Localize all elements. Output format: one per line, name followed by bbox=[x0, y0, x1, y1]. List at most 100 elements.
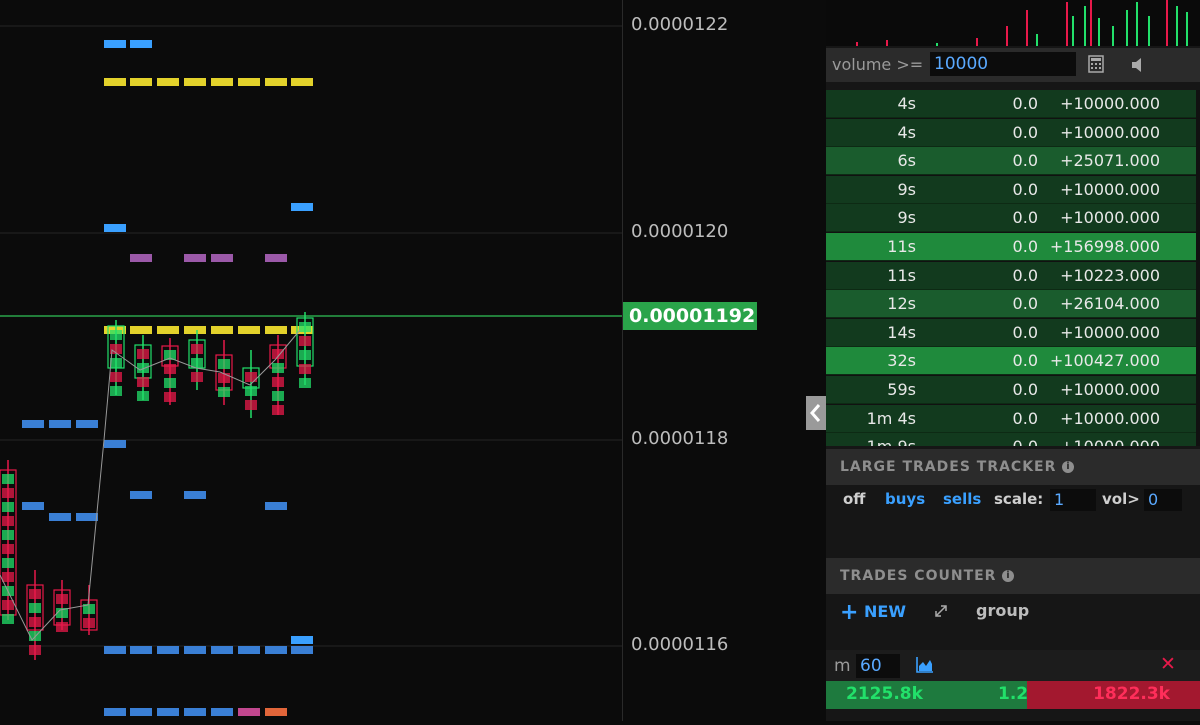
trade-time: 12s bbox=[887, 294, 916, 314]
trade-time: 9s bbox=[897, 179, 916, 199]
volume-cluster bbox=[218, 359, 230, 369]
volume-bar bbox=[1148, 16, 1150, 46]
volume-cluster bbox=[299, 378, 311, 388]
volume-bar bbox=[1084, 6, 1086, 46]
expand-icon[interactable] bbox=[934, 603, 948, 622]
large-trades-off-option[interactable]: off bbox=[843, 490, 865, 508]
order-level bbox=[211, 646, 233, 654]
order-level bbox=[104, 646, 126, 654]
volume-cluster bbox=[245, 386, 257, 396]
price-chart[interactable] bbox=[0, 0, 622, 721]
volume-bar bbox=[1166, 0, 1168, 46]
trade-quantity: +10000.000 bbox=[1060, 380, 1160, 399]
trade-price: 0.0 bbox=[1013, 437, 1038, 446]
volume-cluster bbox=[2, 488, 14, 498]
trade-time: 59s bbox=[887, 380, 916, 399]
trade-quantity: +10223.000 bbox=[1060, 265, 1160, 285]
order-level bbox=[211, 708, 233, 716]
vol-threshold-input[interactable]: 0 bbox=[1144, 489, 1182, 511]
price-axis[interactable]: 0.0000122 0.0000120 0.00001192 0.0000118… bbox=[622, 0, 805, 721]
trade-row: 32s 0.0 +100427.000 bbox=[826, 347, 1196, 376]
trade-price: 0.0 bbox=[1012, 208, 1038, 228]
calculator-icon[interactable] bbox=[1088, 55, 1104, 77]
order-level bbox=[104, 708, 126, 716]
trade-row: 59s 0.0 +10000.000 bbox=[826, 376, 1196, 404]
order-level bbox=[76, 513, 98, 521]
price-tick-label: 0.0000118 bbox=[631, 428, 729, 449]
scale-input[interactable]: 1 bbox=[1050, 489, 1096, 511]
order-level bbox=[130, 646, 152, 654]
order-level bbox=[238, 708, 260, 716]
volume-cluster bbox=[83, 618, 95, 628]
volume-cluster bbox=[2, 530, 14, 540]
volume-cluster bbox=[110, 330, 122, 340]
volume-cluster bbox=[29, 589, 41, 599]
volume-cluster bbox=[137, 377, 149, 387]
candlestick-chart[interactable] bbox=[0, 0, 622, 721]
volume-cluster bbox=[110, 386, 122, 396]
close-icon[interactable]: ✕ bbox=[1160, 653, 1176, 675]
trade-price: 0.0 bbox=[1012, 237, 1038, 256]
new-counter-button[interactable]: + NEW bbox=[840, 600, 906, 625]
order-level bbox=[130, 708, 152, 716]
trade-price: 0.0 bbox=[1012, 179, 1038, 199]
group-button[interactable]: group bbox=[976, 601, 1029, 620]
info-icon[interactable]: i bbox=[1062, 461, 1075, 473]
volume-bar bbox=[886, 40, 888, 46]
volume-cluster bbox=[218, 373, 230, 383]
volume-bar bbox=[1112, 26, 1114, 46]
period-input[interactable]: 60 bbox=[856, 654, 900, 678]
volume-filter-input[interactable]: 10000 bbox=[930, 52, 1076, 76]
trade-time: 32s bbox=[887, 351, 916, 371]
volume-cluster bbox=[164, 364, 176, 374]
trade-time: 11s bbox=[887, 265, 916, 285]
large-trades-buys-option[interactable]: buys bbox=[885, 490, 925, 508]
volume-cluster bbox=[110, 358, 122, 368]
order-level bbox=[291, 636, 313, 644]
trade-time: 4s bbox=[897, 94, 916, 113]
trade-price: 0.0 bbox=[1012, 94, 1038, 113]
trade-price: 0.0 bbox=[1012, 151, 1038, 171]
volume-bar bbox=[1136, 2, 1138, 46]
trade-row: 9s 0.0 +10000.000 bbox=[826, 204, 1196, 233]
order-level bbox=[184, 491, 206, 499]
large-trades-sells-option[interactable]: sells bbox=[943, 490, 981, 508]
speaker-icon[interactable] bbox=[1132, 57, 1144, 76]
chart-icon[interactable] bbox=[916, 657, 934, 677]
order-level bbox=[22, 502, 44, 510]
info-icon[interactable]: i bbox=[1002, 570, 1015, 582]
trade-price: 0.0 bbox=[1012, 265, 1038, 285]
volume-cluster bbox=[299, 322, 311, 332]
volume-bar bbox=[1036, 34, 1038, 46]
volume-bar bbox=[1072, 16, 1074, 46]
order-level bbox=[265, 254, 287, 262]
order-level bbox=[130, 40, 152, 48]
trade-price: 0.0 bbox=[1012, 294, 1038, 314]
trades-list[interactable]: 4s 0.0 +10000.000 4s 0.0 +10000.000 6s 0.0 +2507… bbox=[826, 90, 1200, 446]
side-panel: volume >= 10000 4s 0.0 +10000.000 4s 0.0 +100… bbox=[826, 0, 1200, 721]
order-level bbox=[265, 78, 287, 86]
trade-time: 9s bbox=[897, 208, 916, 228]
trade-quantity: +10000.000 bbox=[1060, 322, 1160, 342]
large-trades-title: LARGE TRADES TRACKER bbox=[840, 459, 1057, 475]
trade-price: 0.0 bbox=[1012, 380, 1038, 399]
ratio-value: 1.2 bbox=[998, 684, 1029, 704]
scale-label: scale: bbox=[994, 490, 1044, 508]
price-tick-label: 0.0000120 bbox=[631, 221, 729, 242]
collapse-panel-button[interactable] bbox=[806, 396, 826, 430]
volume-cluster bbox=[272, 377, 284, 387]
trade-time: 14s bbox=[887, 322, 916, 342]
trade-quantity: +10000.000 bbox=[1060, 94, 1160, 113]
trade-price: 0.0 bbox=[1012, 322, 1038, 342]
order-level bbox=[104, 40, 126, 48]
volume-cluster bbox=[2, 516, 14, 526]
order-level bbox=[211, 254, 233, 262]
volume-bar bbox=[1090, 0, 1092, 46]
trade-row: 4s 0.0 +10000.000 bbox=[826, 90, 1196, 118]
order-level bbox=[184, 326, 206, 334]
order-level bbox=[184, 646, 206, 654]
order-level bbox=[291, 78, 313, 86]
volume-filter-bar: volume >= 10000 bbox=[826, 48, 1200, 82]
buy-volume-value: 2125.8k bbox=[846, 684, 923, 704]
volume-bar bbox=[1186, 12, 1188, 46]
